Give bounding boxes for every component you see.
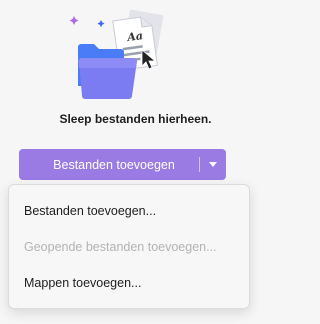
svg-text:Aa: Aa: [125, 29, 143, 44]
add-files-button[interactable]: Bestanden toevoegen: [19, 149, 199, 180]
add-dropdown-menu: Bestanden toevoegen... Geopende bestande…: [8, 184, 250, 309]
add-files-split-button[interactable]: Bestanden toevoegen: [19, 149, 226, 180]
menu-item-add-opened-files: Geopende bestanden toevoegen...: [24, 240, 217, 254]
caret-down-icon[interactable]: [200, 149, 226, 180]
menu-item-add-folders[interactable]: Mappen toevoegen...: [9, 265, 249, 301]
menu-item-add-files[interactable]: Bestanden toevoegen...: [9, 193, 249, 229]
drop-zone-text: Sleep bestanden hierheen.: [59, 112, 212, 126]
folder-documents-illustration: Aa: [68, 9, 180, 110]
